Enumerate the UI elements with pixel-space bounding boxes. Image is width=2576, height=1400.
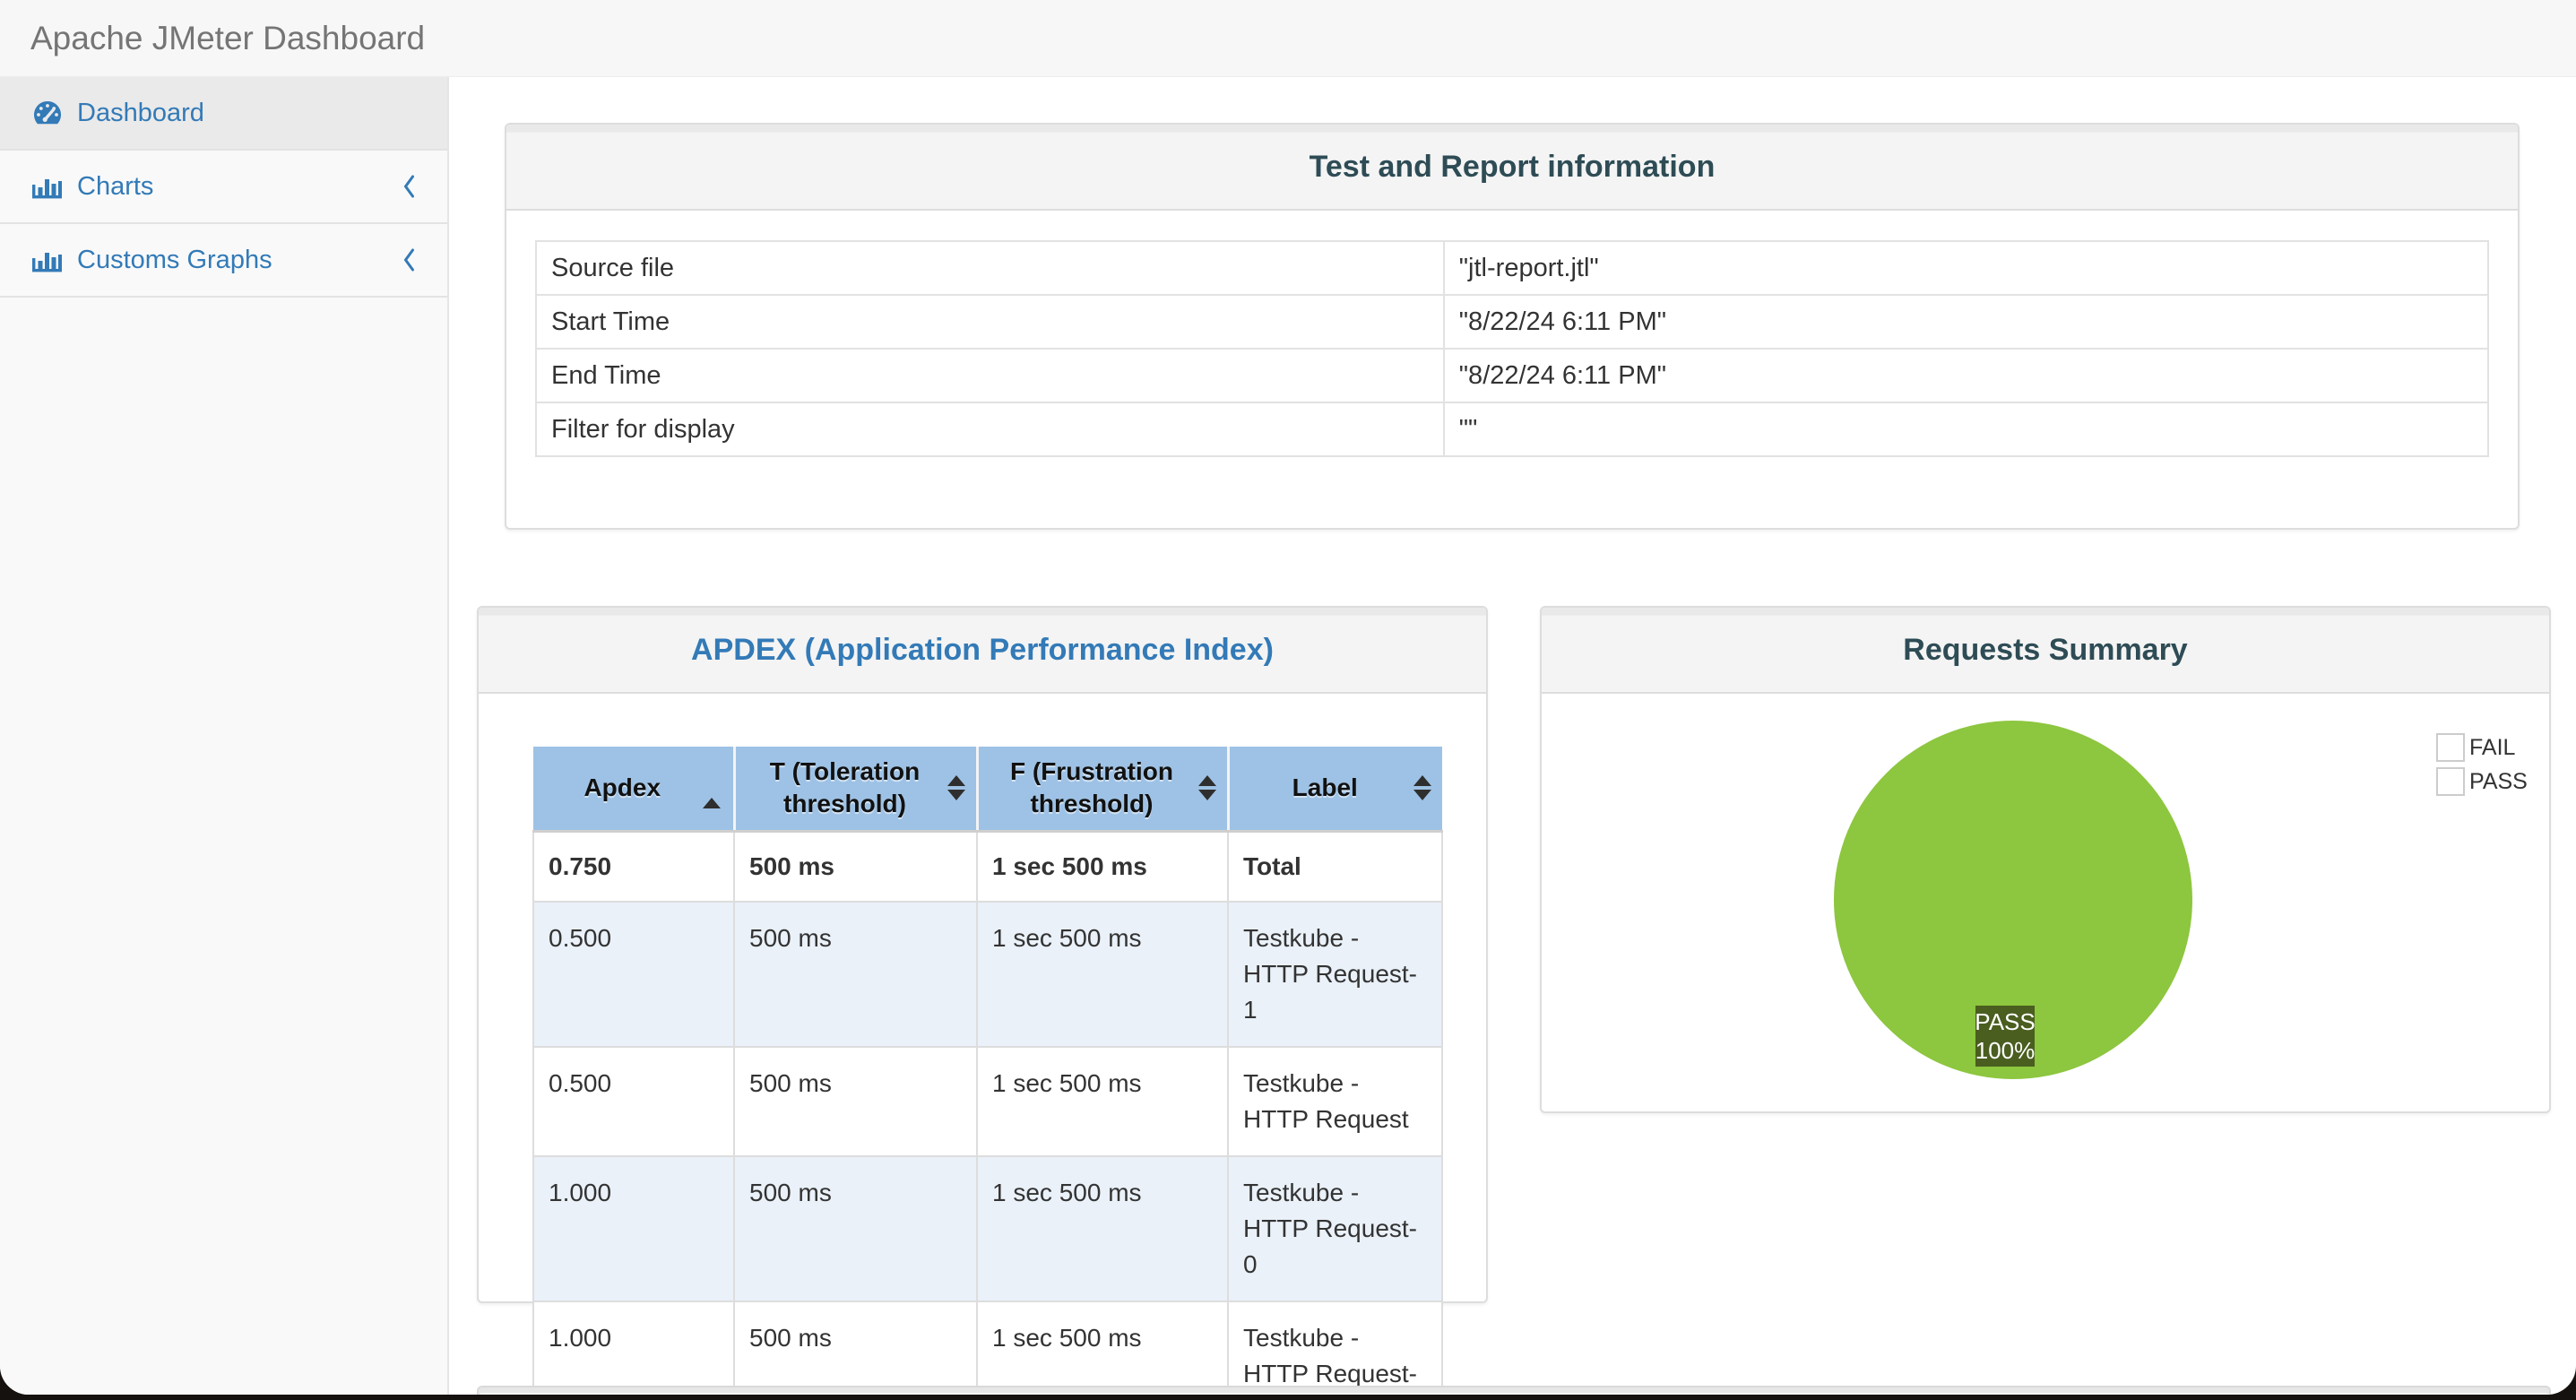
sidebar: Dashboard Charts Customs Graphs bbox=[0, 77, 449, 1395]
legend-item-pass[interactable]: PASS bbox=[2436, 767, 2528, 796]
sort-unsorted-icon bbox=[947, 775, 965, 801]
legend-item-fail[interactable]: FAIL bbox=[2436, 733, 2528, 762]
toleration-value: 500 ms bbox=[733, 1045, 978, 1157]
table-row: Source file "jtl-report.jtl" bbox=[535, 240, 2490, 296]
label-value: Testkube - HTTP Request bbox=[1227, 1045, 1443, 1157]
apdex-value: 1.000 bbox=[532, 1154, 735, 1302]
info-label: Filter for display bbox=[535, 402, 1445, 457]
info-label: End Time bbox=[535, 348, 1445, 403]
column-header-label: Label bbox=[1292, 773, 1358, 802]
label-value: Testkube - HTTP Request-1 bbox=[1227, 900, 1443, 1048]
sort-unsorted-icon bbox=[1197, 775, 1216, 801]
toleration-value: 500 ms bbox=[733, 1154, 978, 1302]
column-header-apdex[interactable]: Apdex bbox=[533, 747, 734, 833]
legend-label: PASS bbox=[2469, 768, 2528, 794]
sidebar-item-label: Customs Graphs bbox=[77, 245, 272, 274]
fail-swatch-icon bbox=[2436, 733, 2465, 762]
jmeter-dashboard-window: Apache JMeter Dashboard Dashboard Charts… bbox=[0, 0, 2576, 1395]
sidebar-item-charts[interactable]: Charts bbox=[0, 151, 447, 224]
apdex-value: 0.500 bbox=[532, 1045, 735, 1157]
legend-label: FAIL bbox=[2469, 734, 2516, 760]
panel-next-partial bbox=[477, 1386, 2551, 1395]
sidebar-item-label: Dashboard bbox=[77, 98, 204, 127]
panel-test-info: Test and Report information Source file … bbox=[505, 123, 2520, 530]
pie-slice-label-percent: 100% bbox=[1975, 1037, 2036, 1064]
column-header-toleration[interactable]: T (Toleration threshold) bbox=[732, 747, 977, 833]
frustration-value: 1 sec 500 ms bbox=[976, 1154, 1229, 1302]
column-header-frustration[interactable]: F (Frustration threshold) bbox=[975, 747, 1228, 833]
column-header-label: Apdex bbox=[583, 773, 661, 802]
apdex-value: 0.500 bbox=[532, 900, 735, 1048]
frustration-value: 1 sec 500 ms bbox=[976, 1045, 1229, 1157]
apdex-value: 0.750 bbox=[532, 830, 735, 903]
table-row: 1.000 500 ms 1 sec 500 ms Testkube - HTT… bbox=[532, 1154, 1443, 1302]
panel-test-info-title: Test and Report information bbox=[1309, 149, 1716, 184]
info-label: Source file bbox=[535, 240, 1445, 296]
app-title: Apache JMeter Dashboard bbox=[30, 19, 426, 56]
column-header-label-col[interactable]: Label bbox=[1226, 747, 1442, 833]
bar-chart-icon bbox=[30, 172, 66, 201]
sidebar-item-customs-graphs[interactable]: Customs Graphs bbox=[0, 224, 447, 298]
table-row: 0.500 500 ms 1 sec 500 ms Testkube - HTT… bbox=[532, 1045, 1443, 1157]
tachometer-icon bbox=[30, 99, 66, 127]
frustration-value: 1 sec 500 ms bbox=[976, 1300, 1229, 1395]
sort-asc-icon bbox=[702, 768, 721, 809]
pie-slice-label-name: PASS bbox=[1975, 1008, 2036, 1035]
info-value: "8/22/24 6:11 PM" bbox=[1442, 348, 2490, 403]
pass-swatch-icon bbox=[2436, 767, 2465, 796]
panel-apdex: APDEX (Application Performance Index) Ap… bbox=[477, 606, 1488, 1395]
table-row: End Time "8/22/24 6:11 PM" bbox=[535, 348, 2490, 403]
panel-apdex-title[interactable]: APDEX (Application Performance Index) bbox=[691, 633, 1274, 668]
toleration-value: 500 ms bbox=[733, 830, 978, 903]
top-navbar: Apache JMeter Dashboard bbox=[0, 0, 2576, 77]
column-header-label: T (Toleration threshold) bbox=[769, 757, 921, 818]
chart-legend: FAIL PASS bbox=[2436, 733, 2528, 796]
frustration-value: 1 sec 500 ms bbox=[976, 830, 1229, 903]
panel-requests-summary-title: Requests Summary bbox=[1903, 632, 2188, 667]
sidebar-item-dashboard[interactable]: Dashboard bbox=[0, 77, 447, 151]
info-label: Start Time bbox=[535, 294, 1445, 350]
table-row: 1.000 500 ms 1 sec 500 ms Testkube - HTT… bbox=[532, 1300, 1443, 1395]
apdex-table: Apdex T (Toleration threshold) F (Frustr… bbox=[532, 747, 1443, 1395]
info-value: "" bbox=[1442, 402, 2490, 457]
column-header-label: F (Frustration threshold) bbox=[1010, 757, 1173, 818]
chevron-left-icon bbox=[401, 246, 417, 273]
pie-slice-label: PASS 100% bbox=[1975, 1006, 2036, 1067]
table-row: 0.500 500 ms 1 sec 500 ms Testkube - HTT… bbox=[532, 900, 1443, 1048]
sort-unsorted-icon bbox=[1413, 775, 1431, 801]
info-value: "jtl-report.jtl" bbox=[1442, 240, 2490, 296]
panel-test-info-heading: Test and Report information bbox=[506, 125, 2518, 211]
table-row: 0.750 500 ms 1 sec 500 ms Total bbox=[532, 830, 1443, 903]
apdex-value: 1.000 bbox=[532, 1300, 735, 1395]
panel-requests-summary-heading: Requests Summary bbox=[1542, 608, 2549, 694]
test-info-table: Source file "jtl-report.jtl" Start Time … bbox=[535, 240, 2490, 457]
panel-requests-summary: Requests Summary PASS 100% FAIL PASS bbox=[1540, 606, 2551, 1113]
sidebar-item-label: Charts bbox=[77, 171, 154, 201]
toleration-value: 500 ms bbox=[733, 1300, 978, 1395]
apdex-header-row: Apdex T (Toleration threshold) F (Frustr… bbox=[533, 747, 1442, 833]
frustration-value: 1 sec 500 ms bbox=[976, 900, 1229, 1048]
chevron-left-icon bbox=[401, 173, 417, 200]
bar-chart-icon bbox=[30, 246, 66, 274]
label-value: Testkube - HTTP Request-2 bbox=[1227, 1300, 1443, 1395]
panel-apdex-heading: APDEX (Application Performance Index) bbox=[479, 608, 1486, 694]
label-value: Total bbox=[1227, 830, 1443, 903]
table-row: Start Time "8/22/24 6:11 PM" bbox=[535, 294, 2490, 350]
table-row: Filter for display "" bbox=[535, 402, 2490, 457]
toleration-value: 500 ms bbox=[733, 900, 978, 1048]
info-value: "8/22/24 6:11 PM" bbox=[1442, 294, 2490, 350]
label-value: Testkube - HTTP Request-0 bbox=[1227, 1154, 1443, 1302]
